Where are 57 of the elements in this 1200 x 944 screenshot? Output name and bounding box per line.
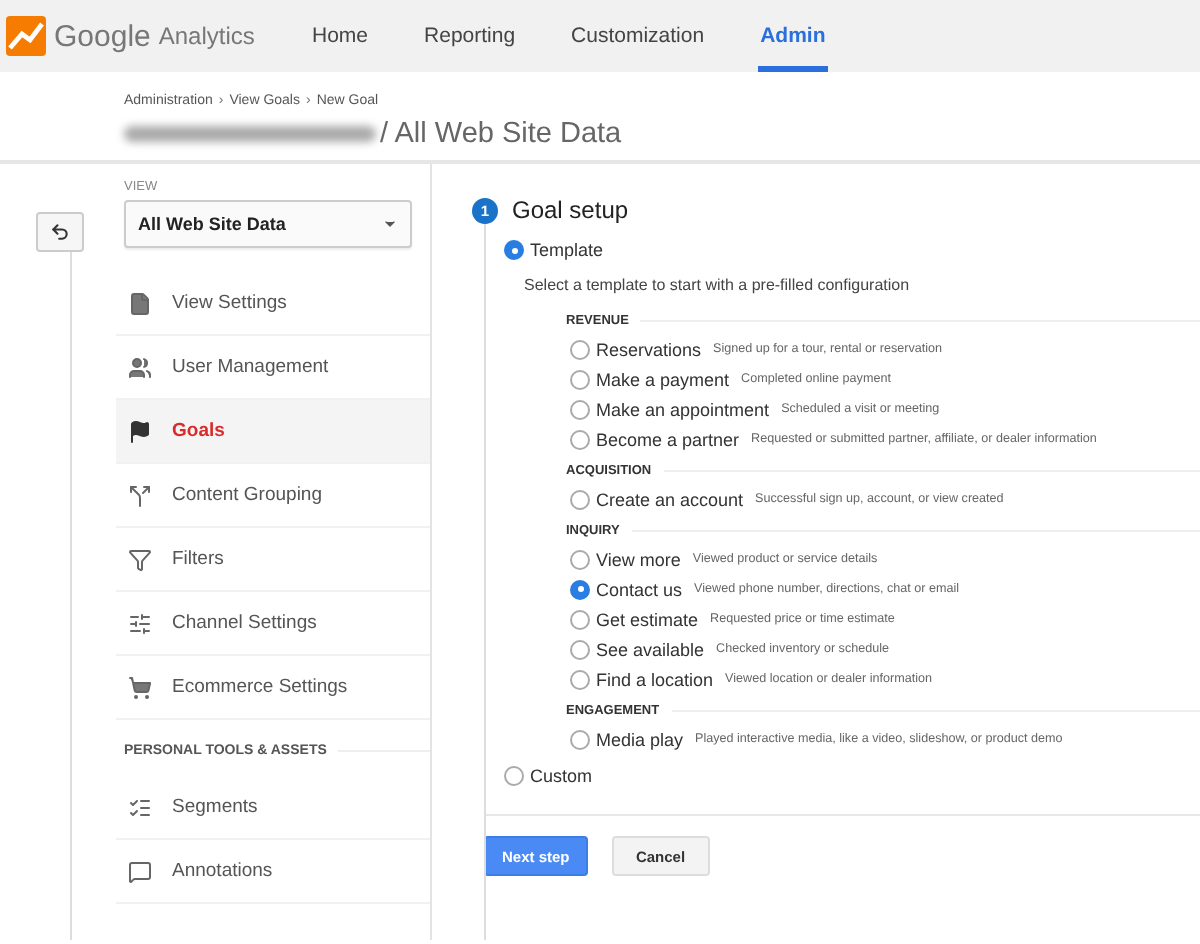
filter-icon	[128, 547, 152, 571]
sidebar-item[interactable]: Content Grouping	[116, 464, 430, 528]
logo-text: Analytics	[158, 22, 255, 50]
view-dropdown[interactable]: All Web Site Data	[124, 200, 412, 248]
option-label: Make a payment	[596, 369, 730, 389]
template-description: Select a template to start with a pre-filled configuration	[524, 276, 912, 294]
caret-icon	[382, 216, 398, 232]
option-label: See available	[596, 639, 705, 659]
radio-button[interactable]	[504, 240, 524, 260]
option-label: Make an appointment	[596, 399, 770, 419]
list-icon	[128, 795, 152, 819]
sidebar-item[interactable]: Filters	[116, 528, 430, 592]
radio-button[interactable]	[504, 766, 524, 786]
logo-text: Google	[54, 19, 151, 53]
document-icon	[128, 291, 152, 315]
option-label: Get estimate	[596, 609, 699, 629]
sidebar-item[interactable]: Goals	[116, 400, 430, 464]
radio-button[interactable]	[570, 579, 590, 599]
option-label: Become a partner	[596, 429, 740, 449]
radio-button[interactable]	[570, 399, 590, 419]
nav-tab[interactable]: Admin	[758, 0, 828, 72]
radio-label: Custom	[530, 766, 593, 786]
option-label: Reservations	[596, 339, 702, 359]
option-label: View more	[596, 549, 681, 569]
nav-tab[interactable]: Customization	[569, 0, 707, 72]
radio-button[interactable]	[570, 369, 590, 389]
option-label: Contact us	[596, 579, 683, 599]
option-label: Find a location	[596, 669, 714, 689]
logo-icon	[6, 16, 46, 56]
cart-icon	[128, 675, 152, 699]
split-arrow-icon	[128, 483, 152, 507]
option-label: Create an account	[596, 489, 744, 509]
sidebar-item[interactable]: Ecommerce Settings	[116, 656, 430, 720]
option-label: Media play	[596, 729, 684, 749]
radio-button[interactable]	[570, 639, 590, 659]
step-title: Goal setup	[512, 196, 629, 224]
back-arrow-icon	[50, 222, 70, 242]
back-button[interactable]	[36, 212, 84, 252]
radio-button[interactable]	[570, 489, 590, 509]
radio-button[interactable]	[570, 669, 590, 689]
radio-button[interactable]	[570, 609, 590, 629]
radio-button[interactable]	[570, 339, 590, 359]
sliders-icon	[128, 611, 152, 635]
sidebar-item[interactable]: View Settings	[116, 272, 430, 336]
comment-icon	[128, 859, 152, 883]
page-title: / All Web Site Data	[380, 118, 622, 150]
sidebar-item[interactable]: Channel Settings	[116, 592, 430, 656]
people-icon	[128, 355, 152, 379]
flag-icon	[128, 419, 152, 443]
nav-tab[interactable]: Reporting	[422, 0, 518, 72]
sidebar-item[interactable]: Annotations	[116, 840, 430, 904]
radio-button[interactable]	[570, 549, 590, 569]
radio-button[interactable]	[570, 729, 590, 749]
nav-tab[interactable]: Home	[310, 0, 371, 72]
sidebar-item[interactable]: Segments	[116, 776, 430, 840]
radio-label: Template	[530, 240, 604, 260]
radio-button[interactable]	[570, 429, 590, 449]
